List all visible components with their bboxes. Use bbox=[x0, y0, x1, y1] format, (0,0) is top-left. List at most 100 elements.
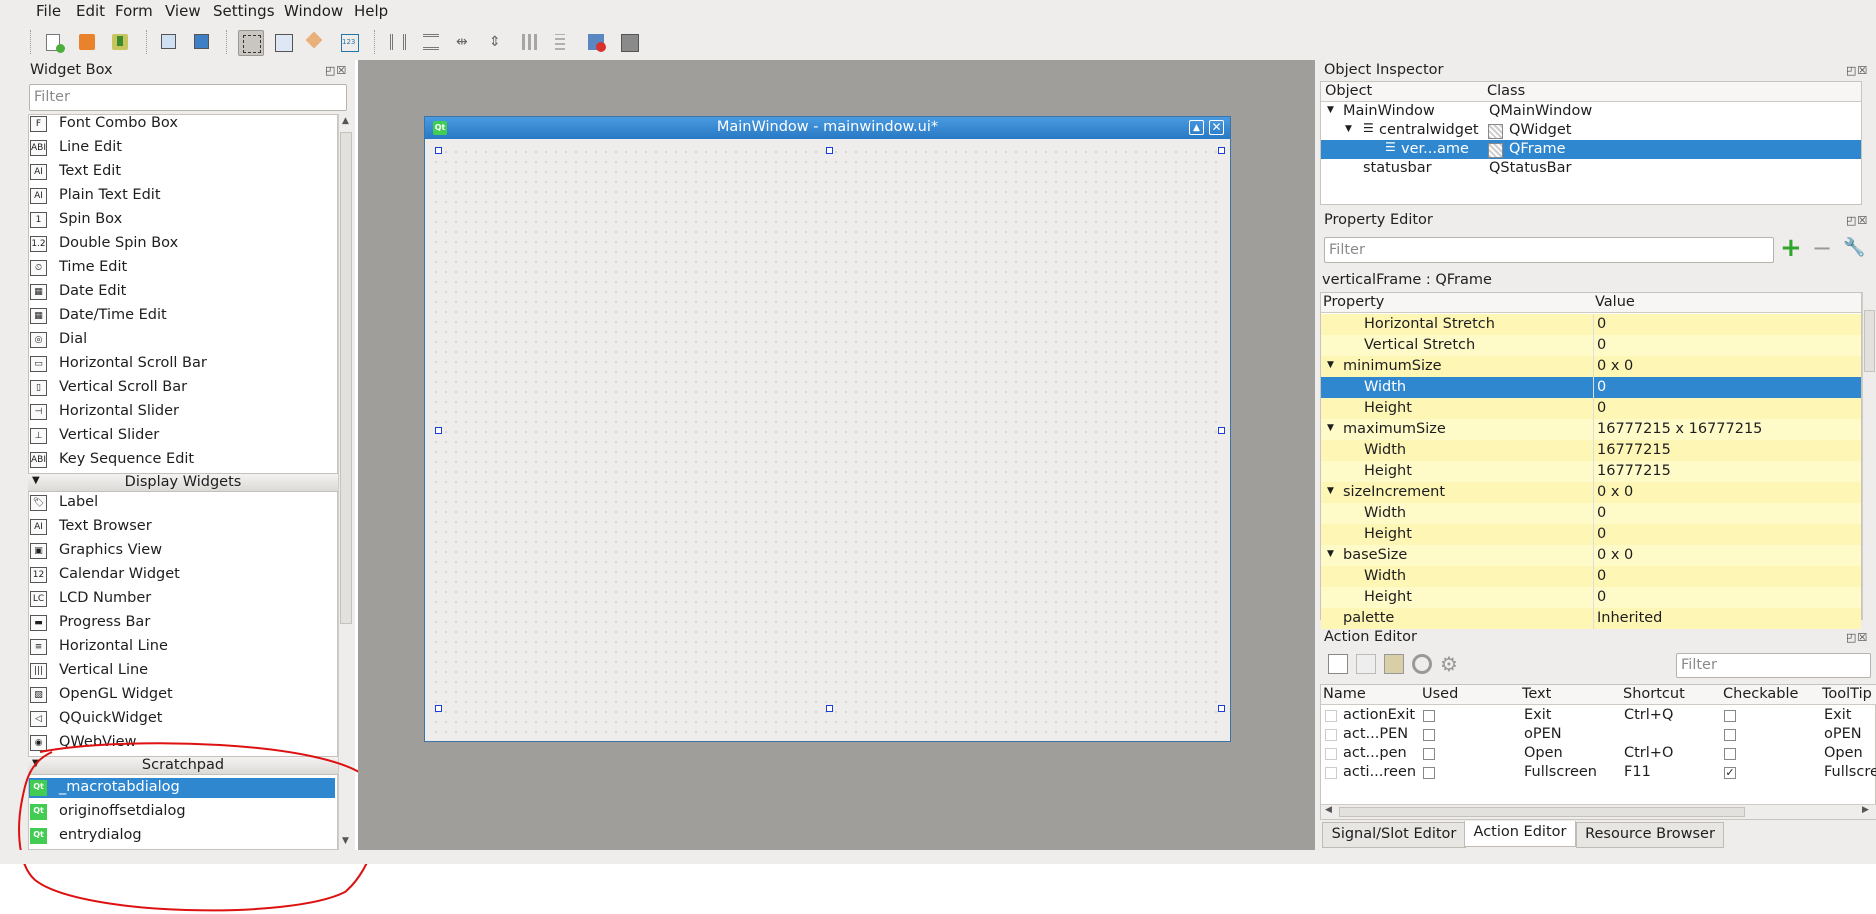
col-property[interactable]: Property bbox=[1323, 294, 1384, 310]
action-row[interactable]: act...pen Open Ctrl+O Open bbox=[1321, 744, 1876, 763]
property-row[interactable]: Vertical Stretch 0 bbox=[1321, 335, 1861, 356]
property-value[interactable]: 0 bbox=[1597, 400, 1606, 416]
widget-item[interactable]: ▣ Graphics View bbox=[29, 541, 337, 561]
selection-handle[interactable] bbox=[1218, 427, 1225, 434]
expand-arrow-icon[interactable]: ▼ bbox=[1327, 105, 1334, 115]
dock-float-close-buttons[interactable]: ◰☒ bbox=[1846, 214, 1868, 227]
property-value[interactable]: 16777215 bbox=[1597, 463, 1671, 479]
object-tree-row[interactable]: ▼ MainWindow QMainWindow bbox=[1321, 102, 1861, 121]
vertical-frame[interactable] bbox=[431, 147, 1224, 735]
menu-edit[interactable]: Edit bbox=[76, 2, 105, 20]
layout-v-splitter-button[interactable]: ⇕ bbox=[485, 30, 509, 54]
property-value[interactable]: 0 bbox=[1597, 379, 1606, 395]
menu-settings[interactable]: Settings bbox=[213, 2, 275, 20]
open-form-button[interactable] bbox=[75, 30, 99, 54]
widget-item[interactable]: 1.2 Double Spin Box bbox=[29, 234, 337, 254]
property-value[interactable]: 0 bbox=[1597, 526, 1606, 542]
expand-arrow-icon[interactable]: ▼ bbox=[1327, 360, 1334, 370]
property-row[interactable]: ▼ minimumSize 0 x 0 bbox=[1321, 356, 1861, 377]
widget-item[interactable]: AI Text Edit bbox=[29, 162, 337, 182]
widget-item[interactable]: ⊣ Horizontal Slider bbox=[29, 402, 337, 422]
expand-arrow-icon[interactable]: ▼ bbox=[1327, 549, 1334, 559]
dock-float-close-buttons[interactable]: ◰☒ bbox=[1846, 631, 1868, 644]
property-row[interactable]: palette Inherited bbox=[1321, 608, 1861, 629]
form-window-titlebar[interactable]: Qt MainWindow - mainwindow.ui* ▲ ✕ bbox=[425, 117, 1230, 139]
adjust-size-button[interactable] bbox=[617, 30, 641, 54]
widget-item[interactable]: ABI Line Edit bbox=[29, 138, 337, 158]
layout-grid-button[interactable] bbox=[518, 30, 542, 54]
dock-float-close-buttons[interactable]: ◰☒ bbox=[325, 64, 347, 77]
col-text[interactable]: Text bbox=[1522, 686, 1551, 702]
tab-action-editor[interactable]: Action Editor bbox=[1464, 821, 1576, 847]
property-row[interactable]: ▼ baseSize 0 x 0 bbox=[1321, 545, 1861, 566]
property-value[interactable]: 0 bbox=[1597, 568, 1606, 584]
property-row[interactable]: Height 0 bbox=[1321, 524, 1861, 545]
property-value[interactable]: 0 x 0 bbox=[1597, 547, 1633, 563]
widget-item[interactable]: F Font Combo Box bbox=[29, 114, 337, 134]
maximize-icon[interactable]: ▲ bbox=[1189, 120, 1204, 135]
action-row[interactable]: act...PEN oPEN oPEN bbox=[1321, 725, 1876, 744]
menu-window[interactable]: Window bbox=[284, 2, 343, 20]
checkable-checkbox[interactable]: ✓ bbox=[1724, 767, 1736, 779]
action-row[interactable]: actionExit Exit Ctrl+Q Exit bbox=[1321, 706, 1876, 725]
checkable-checkbox[interactable] bbox=[1724, 710, 1736, 722]
close-icon[interactable]: ✕ bbox=[1209, 120, 1224, 135]
property-value[interactable]: 0 bbox=[1597, 337, 1606, 353]
used-checkbox[interactable] bbox=[1423, 767, 1435, 779]
property-value[interactable]: 0 x 0 bbox=[1597, 358, 1633, 374]
property-row[interactable]: ▼ sizeIncrement 0 x 0 bbox=[1321, 482, 1861, 503]
break-layout-button[interactable] bbox=[584, 30, 608, 54]
widget-item[interactable]: ▨ OpenGL Widget bbox=[29, 685, 337, 705]
edit-tab-order-button[interactable]: 123 bbox=[337, 30, 361, 54]
used-checkbox[interactable] bbox=[1423, 729, 1435, 741]
property-value[interactable]: 0 bbox=[1597, 589, 1606, 605]
widget-item[interactable]: ||| Vertical Line bbox=[29, 661, 337, 681]
object-tree-row[interactable]: ☰ ver...ame QFrame bbox=[1321, 140, 1861, 159]
used-checkbox[interactable] bbox=[1423, 748, 1435, 760]
widget-item[interactable]: AI Plain Text Edit bbox=[29, 186, 337, 206]
widget-item[interactable]: 1 Spin Box bbox=[29, 210, 337, 230]
selection-handle[interactable] bbox=[1218, 705, 1225, 712]
selection-handle[interactable] bbox=[435, 705, 442, 712]
menu-help[interactable]: Help bbox=[354, 2, 388, 20]
delete-action-icon[interactable] bbox=[1412, 654, 1432, 674]
checkable-checkbox[interactable] bbox=[1724, 748, 1736, 760]
col-checkable[interactable]: Checkable bbox=[1723, 686, 1798, 702]
new-action-icon[interactable] bbox=[1328, 654, 1348, 674]
widget-item[interactable]: ▭ Horizontal Scroll Bar bbox=[29, 354, 337, 374]
widget-item[interactable]: ◎ Dial bbox=[29, 330, 337, 350]
property-row[interactable]: Horizontal Stretch 0 bbox=[1321, 314, 1861, 335]
col-name[interactable]: Name bbox=[1323, 686, 1366, 702]
expand-arrow-icon[interactable]: ▼ bbox=[1327, 486, 1334, 496]
property-row[interactable]: Height 0 bbox=[1321, 398, 1861, 419]
menu-view[interactable]: View bbox=[165, 2, 201, 20]
property-row[interactable]: Height 16777215 bbox=[1321, 461, 1861, 482]
configure-icon[interactable]: ⚙ bbox=[1440, 654, 1462, 676]
property-row[interactable]: ▼ maximumSize 16777215 x 16777215 bbox=[1321, 419, 1861, 440]
property-row[interactable]: Width 16777215 bbox=[1321, 440, 1861, 461]
property-row[interactable]: Width 0 bbox=[1321, 503, 1861, 524]
widget-item[interactable]: ▯ Vertical Scroll Bar bbox=[29, 378, 337, 398]
widget-item[interactable]: 12 Calendar Widget bbox=[29, 565, 337, 585]
property-value[interactable]: 0 x 0 bbox=[1597, 484, 1633, 500]
widget-box-filter-input[interactable]: Filter bbox=[29, 84, 347, 111]
widget-item[interactable]: ◁ QQuickWidget bbox=[29, 709, 337, 729]
tab-signal-slot-editor[interactable]: Signal/Slot Editor bbox=[1322, 822, 1466, 848]
action-table-hscrollbar[interactable]: ◀ ▶ bbox=[1321, 804, 1876, 819]
remove-property-icon[interactable]: − bbox=[1812, 236, 1836, 261]
property-row[interactable]: Width 0 bbox=[1321, 566, 1861, 587]
layout-vertical-button[interactable] bbox=[419, 30, 443, 54]
copy-action-icon[interactable] bbox=[1356, 654, 1376, 674]
menu-file[interactable]: File bbox=[36, 2, 61, 20]
selection-handle[interactable] bbox=[1218, 147, 1225, 154]
col-object[interactable]: Object bbox=[1325, 83, 1372, 99]
property-value[interactable]: Inherited bbox=[1597, 610, 1662, 626]
expand-arrow-icon[interactable]: ▼ bbox=[1345, 124, 1352, 134]
selection-handle[interactable] bbox=[826, 705, 833, 712]
widget-item[interactable]: ⊥ Vertical Slider bbox=[29, 426, 337, 446]
property-value[interactable]: 0 bbox=[1597, 316, 1606, 332]
property-value[interactable]: 0 bbox=[1597, 505, 1606, 521]
paste-action-icon[interactable] bbox=[1384, 654, 1404, 674]
col-used[interactable]: Used bbox=[1422, 686, 1458, 702]
used-checkbox[interactable] bbox=[1423, 710, 1435, 722]
